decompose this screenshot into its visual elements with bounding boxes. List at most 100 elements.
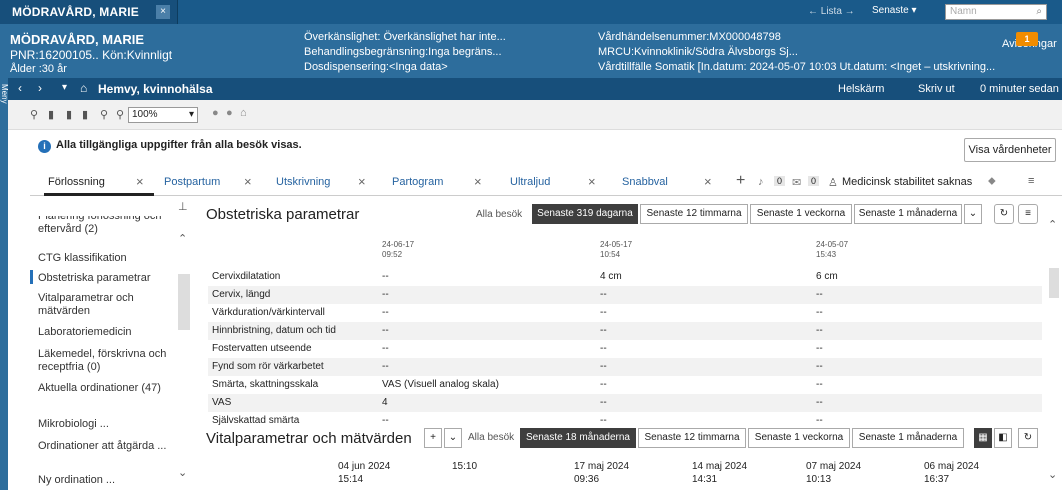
vardtillfalle[interactable]: Vårdtillfälle Somatik [In.datum: 2024-05… xyxy=(598,60,995,75)
sidebar-item-atgarda[interactable]: Ordinationer att åtgärda ... xyxy=(38,440,168,453)
chevron-down-icon[interactable]: ⌄ xyxy=(178,466,187,479)
chevron-down-icon[interactable]: ⌄ xyxy=(1048,468,1057,481)
zoom-in-icon[interactable]: ⚲ xyxy=(116,108,124,121)
sidebar-item-ordinationer[interactable]: Aktuella ordinationer (47) xyxy=(38,382,168,395)
row-value[interactable]: 4 xyxy=(382,394,388,412)
add-icon[interactable]: + xyxy=(424,428,442,448)
circle-icon[interactable]: ● xyxy=(212,107,219,119)
row-value[interactable]: -- xyxy=(816,394,823,412)
filter-1-vecka[interactable]: Senaste 1 veckorna xyxy=(748,428,850,448)
tab-utskrivning[interactable]: Utskrivning × xyxy=(276,168,376,196)
row-value[interactable]: -- xyxy=(816,286,823,304)
tab-snabbval[interactable]: Snabbval × xyxy=(622,168,722,196)
tag-icon[interactable]: ⬥ xyxy=(988,175,996,188)
refresh-icon[interactable]: ↻ xyxy=(1018,428,1038,448)
sidebar-item-lab[interactable]: Laboratoriemedicin xyxy=(38,326,168,339)
row-value[interactable]: VAS (Visuell analog skala) xyxy=(382,376,499,394)
sidebar-item-lakemedel[interactable]: Läkemedel, förskrivna och receptfria (0) xyxy=(38,348,168,374)
house-icon[interactable]: ⌂ xyxy=(240,107,247,119)
tab-partogram[interactable]: Partogram × xyxy=(392,168,492,196)
sidebar-item-vital[interactable]: Vitalparametrar och mätvärden xyxy=(38,292,168,318)
patient-alerts[interactable]: Överkänslighet: Överkänslighet har inte.… xyxy=(304,30,506,75)
page-icon[interactable]: ▮ xyxy=(48,108,54,121)
chevron-down-icon[interactable]: ⌄ xyxy=(444,428,462,448)
bell-icon[interactable]: ♪ xyxy=(758,176,764,188)
alla-besok-label[interactable]: Alla besök xyxy=(468,432,514,443)
row-value[interactable]: -- xyxy=(382,322,389,340)
close-icon[interactable]: × xyxy=(358,168,366,196)
close-icon[interactable]: × xyxy=(136,168,144,196)
chevron-up-icon[interactable]: ⌃ xyxy=(1048,218,1057,231)
page-prev-icon[interactable]: ▮ xyxy=(66,108,72,121)
row-value[interactable]: -- xyxy=(382,412,389,430)
row-value[interactable]: -- xyxy=(382,286,389,304)
row-value[interactable]: -- xyxy=(600,394,607,412)
sidebar-scrollbar[interactable] xyxy=(178,274,190,330)
row-value[interactable]: -- xyxy=(600,304,607,322)
filter-1-manad[interactable]: Senaste 1 månaderna xyxy=(852,428,964,448)
sidebar-item-planering[interactable]: Planering förlossning och eftervård (2) xyxy=(38,216,168,236)
close-icon[interactable]: × xyxy=(704,168,712,196)
row-value[interactable]: -- xyxy=(382,340,389,358)
row-value[interactable]: -- xyxy=(600,340,607,358)
home-icon[interactable]: ⌂ xyxy=(80,81,87,95)
row-value[interactable]: -- xyxy=(382,304,389,322)
close-icon[interactable]: × xyxy=(244,168,252,196)
lista-nav[interactable]: ← Lista → xyxy=(808,6,855,17)
scroll-thumb[interactable] xyxy=(1049,268,1059,298)
close-icon[interactable]: × xyxy=(474,168,482,196)
name-search-input[interactable]: Namn ⌕ xyxy=(945,4,1047,20)
meny-strip[interactable]: Meny xyxy=(0,78,9,490)
senaste-dropdown[interactable]: Senaste ▾ xyxy=(872,5,917,16)
row-value[interactable]: -- xyxy=(382,358,389,376)
row-value[interactable]: -- xyxy=(816,376,823,394)
row-value[interactable]: -- xyxy=(600,322,607,340)
add-tab-icon[interactable]: + xyxy=(736,172,745,190)
page-next-icon[interactable]: ▮ xyxy=(82,108,88,121)
pin-icon[interactable]: ⊥ xyxy=(178,200,188,213)
helskarm-button[interactable]: Helskärm xyxy=(838,83,884,95)
table-view-icon[interactable]: ▦ xyxy=(974,428,992,448)
chevron-down-icon[interactable]: ▾ xyxy=(189,109,194,120)
zoom-out-icon[interactable]: ⚲ xyxy=(100,108,108,121)
row-value[interactable]: -- xyxy=(816,322,823,340)
find-icon[interactable]: ⚲ xyxy=(30,108,38,121)
print-button[interactable]: Skriv ut xyxy=(918,83,955,95)
chevron-down-icon[interactable]: ⌄ xyxy=(964,204,982,224)
mail-icon[interactable]: ✉ xyxy=(792,176,801,189)
menu-icon[interactable]: ≡ xyxy=(1018,204,1038,224)
chevron-up-icon[interactable]: ⌃ xyxy=(178,232,187,245)
refresh-icon[interactable]: ↻ xyxy=(994,204,1014,224)
sidebar-item-ny-ordination[interactable]: Ny ordination ... xyxy=(38,474,168,487)
behandlingsbegransning[interactable]: Behandlingsbegränsning:Inga begräns... xyxy=(304,45,506,60)
aviseringar-badge[interactable]: 1 xyxy=(1016,32,1038,46)
refresh-status[interactable]: 0 minuter sedan xyxy=(980,83,1059,95)
filter-1-manad[interactable]: Senaste 1 månaderna xyxy=(854,204,962,224)
menu-icon[interactable]: ≡ xyxy=(1028,175,1034,187)
back-icon[interactable]: ‹ xyxy=(18,81,22,95)
tab-forlossning[interactable]: Förlossning × xyxy=(44,168,154,196)
row-value[interactable]: -- xyxy=(600,358,607,376)
sidebar-item-mikrobiologi[interactable]: Mikrobiologi ... xyxy=(38,418,168,431)
dosdispensering[interactable]: Dosdispensering:<Inga data> xyxy=(304,60,506,75)
filter-1-vecka[interactable]: Senaste 1 veckorna xyxy=(750,204,852,224)
patient-tab[interactable]: MÖDRAVÅRD, MARIE × xyxy=(0,0,178,24)
close-icon[interactable]: × xyxy=(156,5,170,19)
zoom-select[interactable]: 100% ▾ xyxy=(128,107,198,123)
tab-postpartum[interactable]: Postpartum × xyxy=(164,168,264,196)
panel-view-icon[interactable]: ◧ xyxy=(994,428,1012,448)
search-icon[interactable]: ⌕ xyxy=(1036,6,1042,17)
main-scrollbar[interactable]: ⌃ ⌄ xyxy=(1044,198,1062,490)
forward-icon[interactable]: › xyxy=(38,81,42,95)
circle-icon[interactable]: ● xyxy=(226,107,233,119)
row-value[interactable]: -- xyxy=(382,268,389,286)
alla-besok-label[interactable]: Alla besök xyxy=(476,209,522,220)
overkanslighet[interactable]: Överkänslighet: Överkänslighet har inte.… xyxy=(304,30,506,45)
sidebar-item-ctg[interactable]: CTG klassifikation xyxy=(38,252,168,265)
stabilitet-label[interactable]: Medicinsk stabilitet saknas xyxy=(842,176,972,188)
row-value[interactable]: -- xyxy=(816,358,823,376)
visa-vardenheter-button[interactable]: Visa vårdenheter xyxy=(964,138,1056,162)
filter-12-timmar[interactable]: Senaste 12 timmarna xyxy=(638,428,746,448)
row-value[interactable]: -- xyxy=(600,376,607,394)
tab-ultraljud[interactable]: Ultraljud × xyxy=(510,168,610,196)
